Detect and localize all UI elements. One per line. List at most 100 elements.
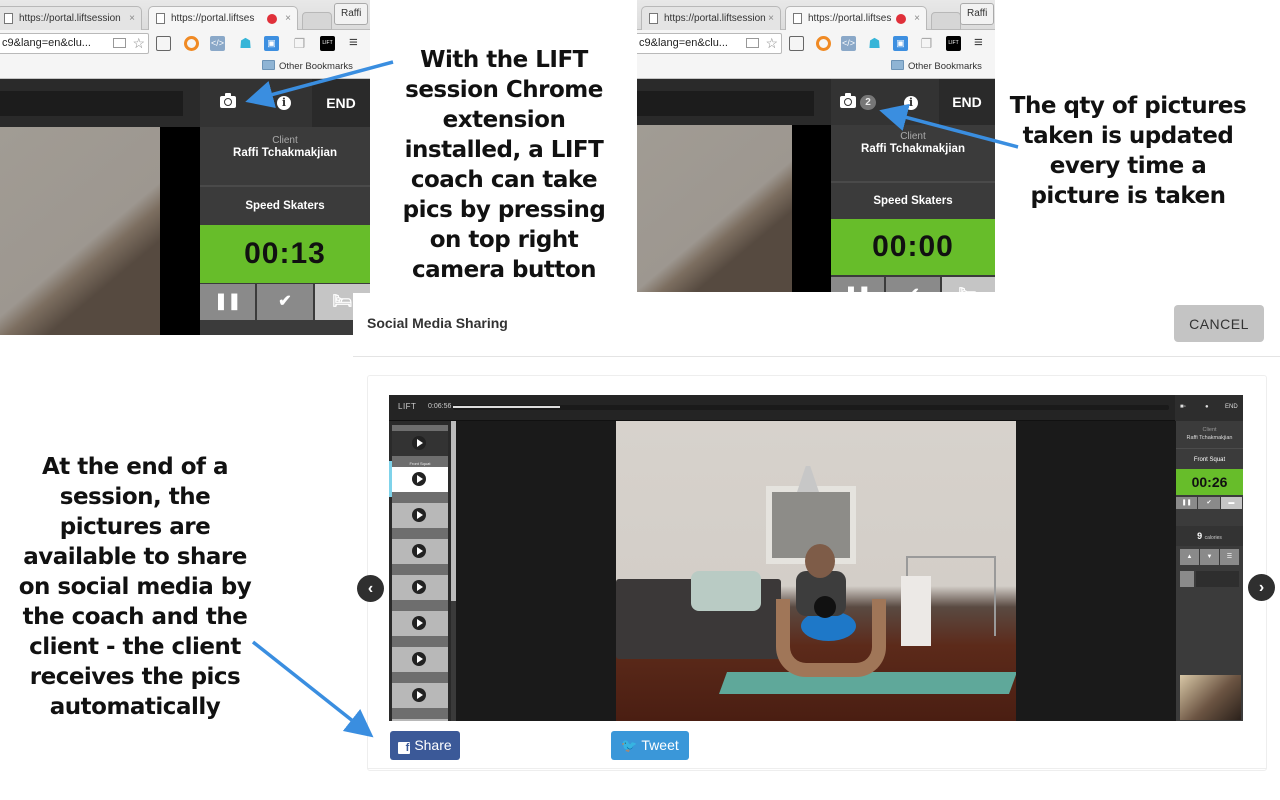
browser-tab[interactable]: https://portal.liftsession × <box>641 6 781 30</box>
pause-icon: ❚❚ <box>214 293 242 310</box>
camera-icon[interactable] <box>840 93 856 108</box>
play-icon <box>412 472 426 486</box>
address-bar[interactable]: c9&lang=en&clu... ☆ <box>0 33 149 54</box>
check-icon: ✔ <box>906 286 919 292</box>
page-icon <box>4 13 13 24</box>
info-icon[interactable]: i <box>277 96 291 110</box>
playlist-item[interactable] <box>392 569 448 605</box>
bookmark-folder[interactable]: Other Bookmarks <box>262 60 353 74</box>
page-icon <box>649 13 658 24</box>
lift-extension-icon[interactable]: LIFT <box>320 36 335 51</box>
complete-button[interactable]: ✔ <box>886 277 942 292</box>
video-camera-icon[interactable] <box>746 38 759 48</box>
ghost-extension-icon[interactable]: ☗ <box>238 36 253 51</box>
session-progress-fill <box>453 406 561 408</box>
feedback-buttons: ▲ ▼ ☰ <box>1180 549 1239 565</box>
playlist-item[interactable] <box>392 713 448 721</box>
coach-video <box>637 125 792 292</box>
rest-button[interactable]: 🛏 <box>941 277 995 292</box>
close-tab-icon[interactable]: × <box>768 7 774 30</box>
thumbs-up-icon: ▲ <box>1180 549 1199 565</box>
cancel-button[interactable]: CANCEL <box>1174 305 1264 342</box>
next-picture-button[interactable]: › <box>1248 574 1275 601</box>
playlist-item-title <box>392 497 448 503</box>
video-camera-icon[interactable] <box>113 38 126 48</box>
play-icon <box>412 652 426 666</box>
playlist-item-title <box>392 425 448 431</box>
browser-tab[interactable]: https://portal.liftsession × <box>0 6 142 30</box>
address-bar[interactable]: c9&lang=en&clu... ☆ <box>637 33 782 54</box>
close-tab-icon[interactable]: × <box>285 7 291 30</box>
ghost-extension-icon[interactable]: ☗ <box>867 36 882 51</box>
calories-counter: 9 calories <box>1176 526 1243 546</box>
playlist-item[interactable] <box>392 677 448 713</box>
page-icon <box>793 13 802 24</box>
playlist-item-title: Front Squat <box>392 461 448 467</box>
orange-ring-extension-icon[interactable] <box>184 36 199 51</box>
hamburger-menu-icon[interactable]: ≡ <box>349 34 358 51</box>
client-video-frame <box>616 421 1016 721</box>
bookmark-star-icon[interactable]: ☆ <box>765 34 778 53</box>
close-tab-icon[interactable]: × <box>129 7 135 30</box>
bed-icon: 🛏 <box>332 293 353 310</box>
code-extension-icon[interactable]: </> <box>841 36 856 51</box>
profile-button[interactable]: Raffi <box>960 3 995 25</box>
info-icon[interactable]: i <box>904 96 918 110</box>
facebook-share-button[interactable]: f Share <box>390 731 460 760</box>
browser-tab-active[interactable]: https://portal.liftses × <box>785 6 927 30</box>
page-icon <box>156 13 165 24</box>
hamburger-menu-icon[interactable]: ≡ <box>974 34 983 51</box>
check-icon: ✔ <box>1198 497 1220 509</box>
copy-extension-icon[interactable]: ❐ <box>292 36 307 51</box>
divider <box>367 768 1267 769</box>
playlist-item[interactable] <box>392 605 448 641</box>
playlist-item[interactable] <box>392 425 448 461</box>
wrench-icon <box>1180 571 1194 587</box>
cast-icon[interactable] <box>789 36 804 51</box>
folder-icon <box>891 60 904 70</box>
playlist-item[interactable] <box>392 533 448 569</box>
bookmark-star-icon[interactable]: ☆ <box>132 34 145 53</box>
yoga-mat <box>718 672 1016 694</box>
code-extension-icon[interactable]: </> <box>210 36 225 51</box>
twitter-bird-icon: 🐦 <box>621 738 638 753</box>
playlist-item[interactable] <box>392 641 448 677</box>
bookmarks-bar: Other Bookmarks <box>637 57 995 79</box>
play-icon <box>412 544 426 558</box>
new-tab-button[interactable] <box>302 12 332 30</box>
lift-extension-icon[interactable]: LIFT <box>946 36 961 51</box>
camera-icon[interactable] <box>220 93 236 108</box>
complete-button[interactable]: ✔ <box>257 284 315 320</box>
tag-extension-icon[interactable]: ▣ <box>893 36 908 51</box>
annotation-social-sharing: At the end of a session, the pictures ar… <box>18 454 252 720</box>
exercise-name: Speed Skaters <box>831 183 995 219</box>
playlist-item-title <box>392 677 448 683</box>
copy-extension-icon[interactable]: ❐ <box>919 36 934 51</box>
pause-button[interactable]: ❚❚ <box>200 284 258 320</box>
list-icon: ☰ <box>1220 549 1239 565</box>
playlist-item[interactable] <box>392 497 448 533</box>
pause-icon: ❚❚ <box>844 286 871 292</box>
twitter-tweet-button[interactable]: 🐦 Tweet <box>611 731 689 760</box>
profile-button[interactable]: Raffi <box>334 3 369 25</box>
end-session-button[interactable]: END <box>939 79 995 125</box>
previous-picture-button[interactable]: ‹ <box>357 575 384 602</box>
video-letterbox <box>160 127 200 335</box>
bookmark-folder[interactable]: Other Bookmarks <box>891 60 982 74</box>
cast-icon[interactable] <box>156 36 171 51</box>
close-tab-icon[interactable]: × <box>914 7 920 30</box>
play-icon <box>412 436 426 450</box>
browser-tab-active[interactable]: https://portal.liftses × <box>148 6 298 30</box>
exercise-name: Front Squat <box>1193 457 1226 463</box>
elapsed-time: 0:06:56 <box>428 403 452 410</box>
play-icon <box>412 616 426 630</box>
new-tab-button[interactable] <box>931 12 961 30</box>
toolbar-block: i <box>200 79 312 127</box>
end-session-button[interactable]: END <box>312 79 370 127</box>
playlist-item[interactable]: Front Squat <box>392 461 448 497</box>
blanket <box>691 571 761 611</box>
tag-extension-icon[interactable]: ▣ <box>264 36 279 51</box>
orange-ring-extension-icon[interactable] <box>816 36 831 51</box>
pause-button[interactable]: ❚❚ <box>831 277 887 292</box>
bed-icon: 🛏 <box>958 286 978 292</box>
